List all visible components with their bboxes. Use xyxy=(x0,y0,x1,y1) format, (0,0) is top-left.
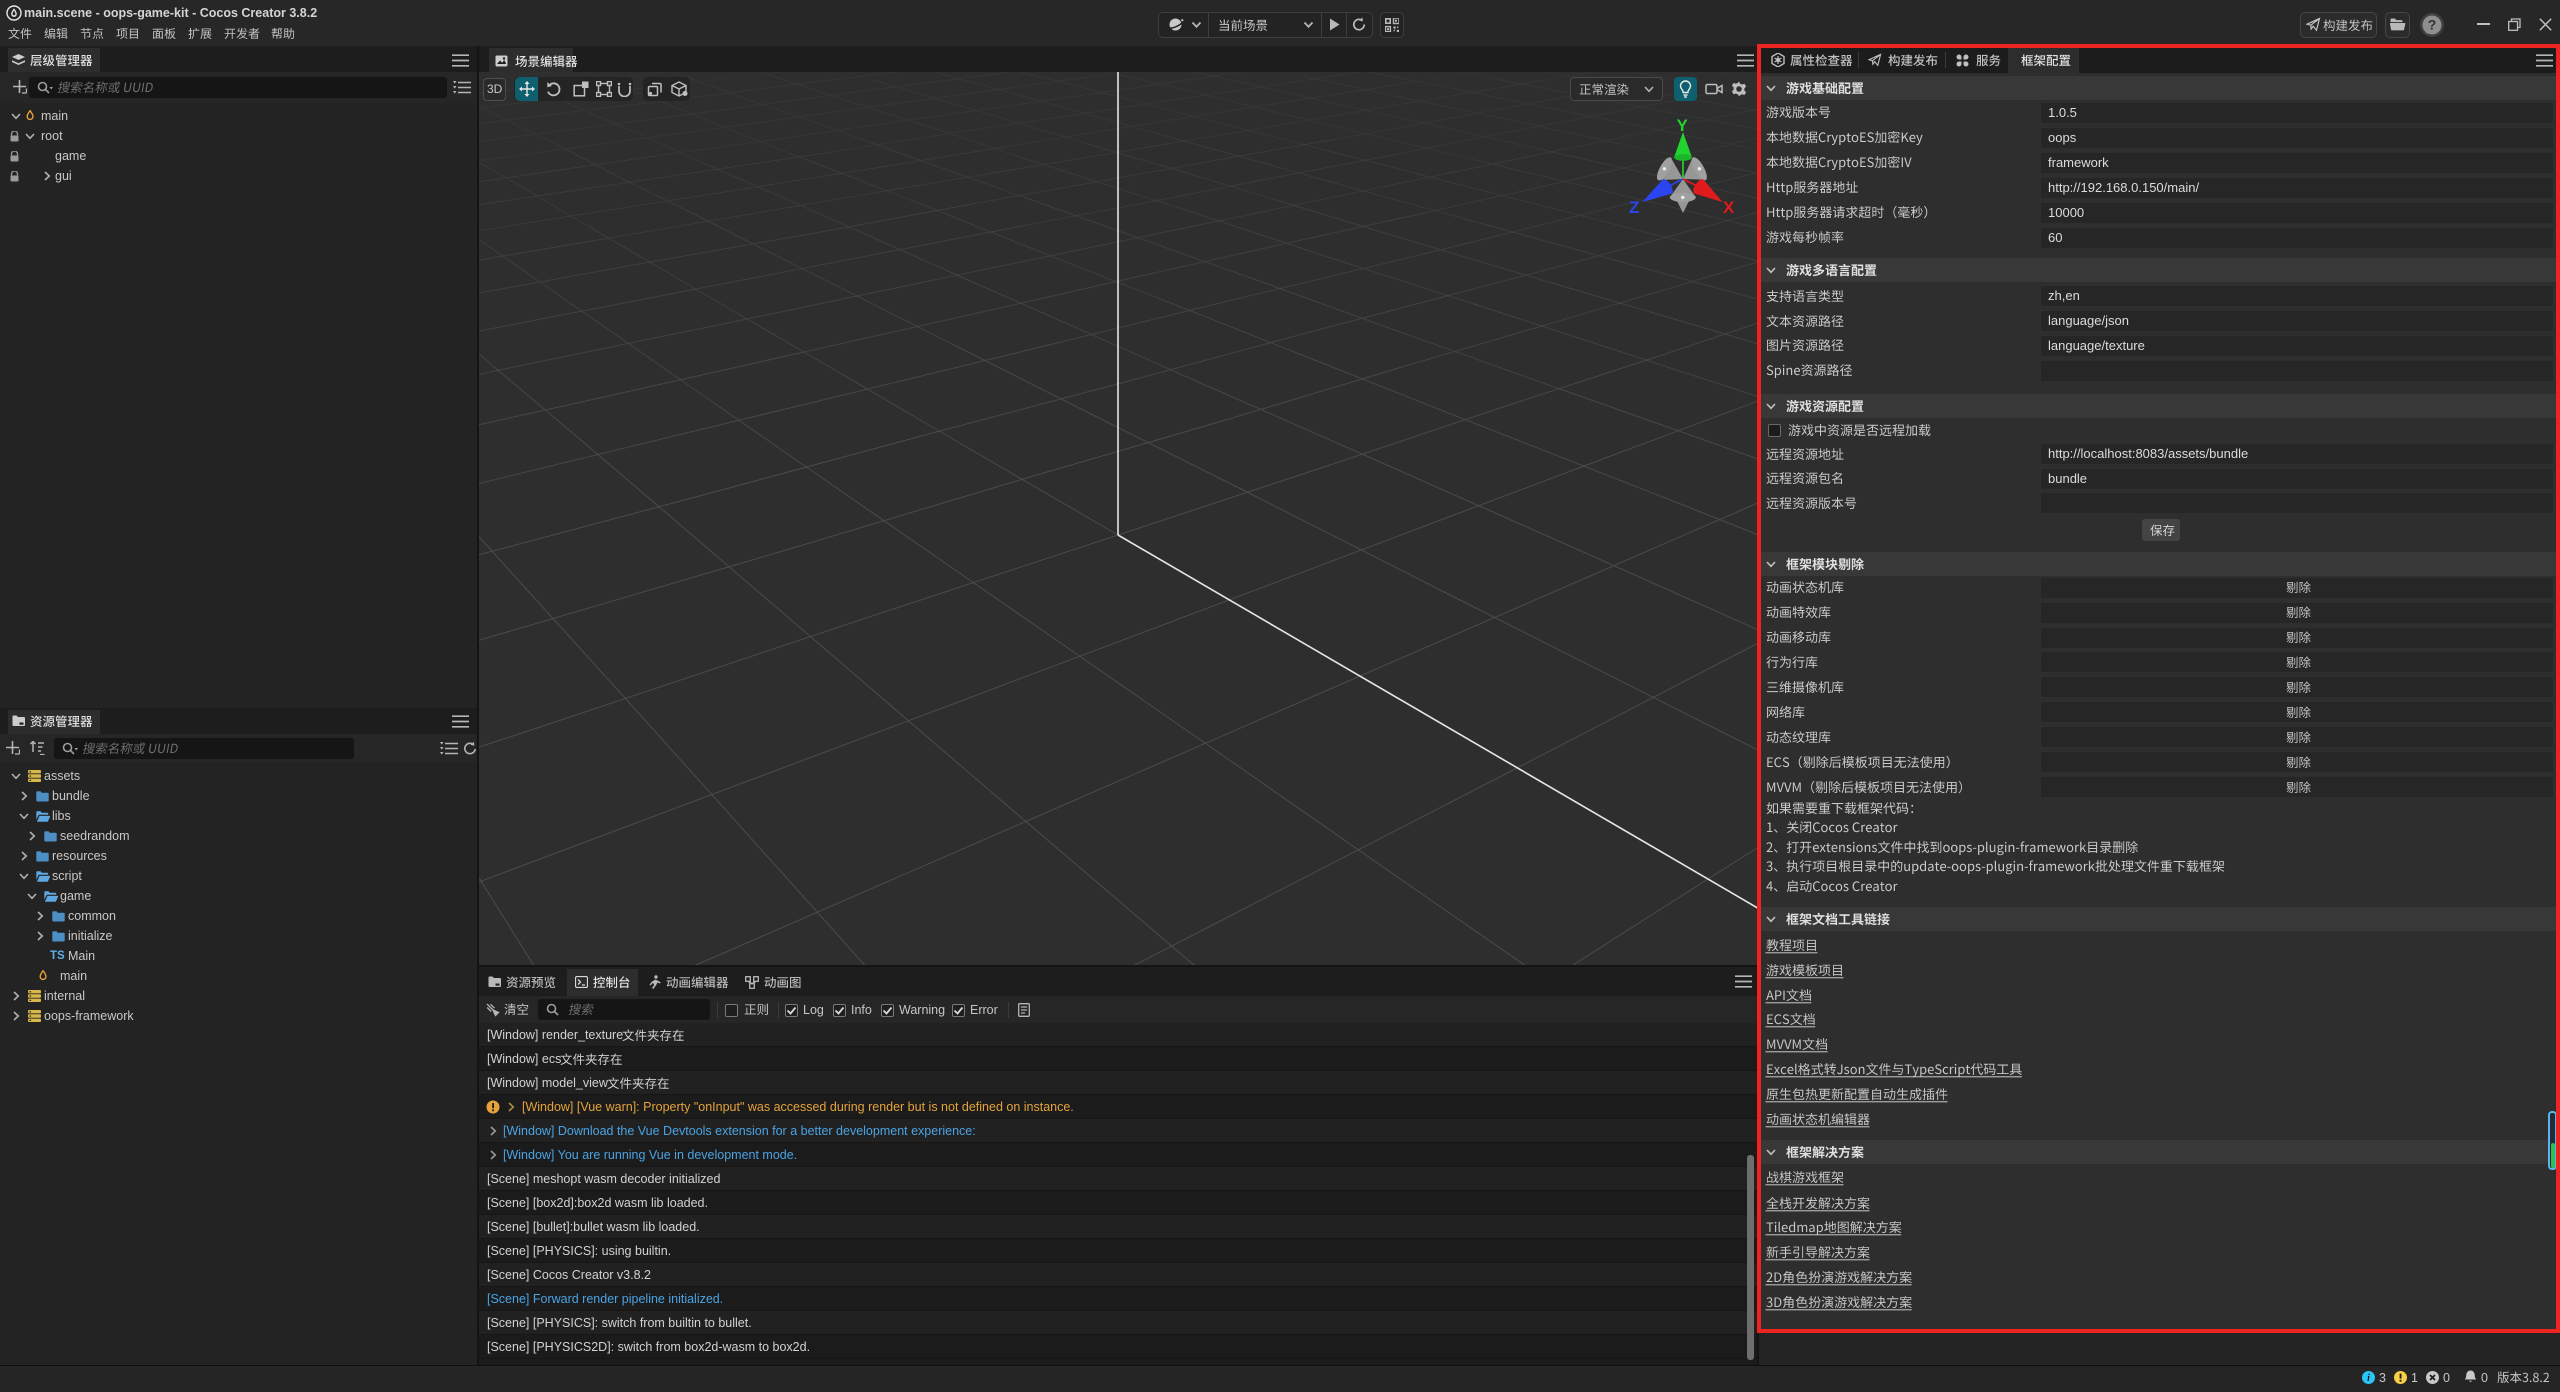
svg-text:i: i xyxy=(2367,1373,2370,1384)
svg-text:X: X xyxy=(1723,198,1735,217)
svg-text:Y: Y xyxy=(1677,116,1689,135)
svg-text:Z: Z xyxy=(1629,198,1639,217)
svg-text:?: ? xyxy=(2428,17,2437,33)
